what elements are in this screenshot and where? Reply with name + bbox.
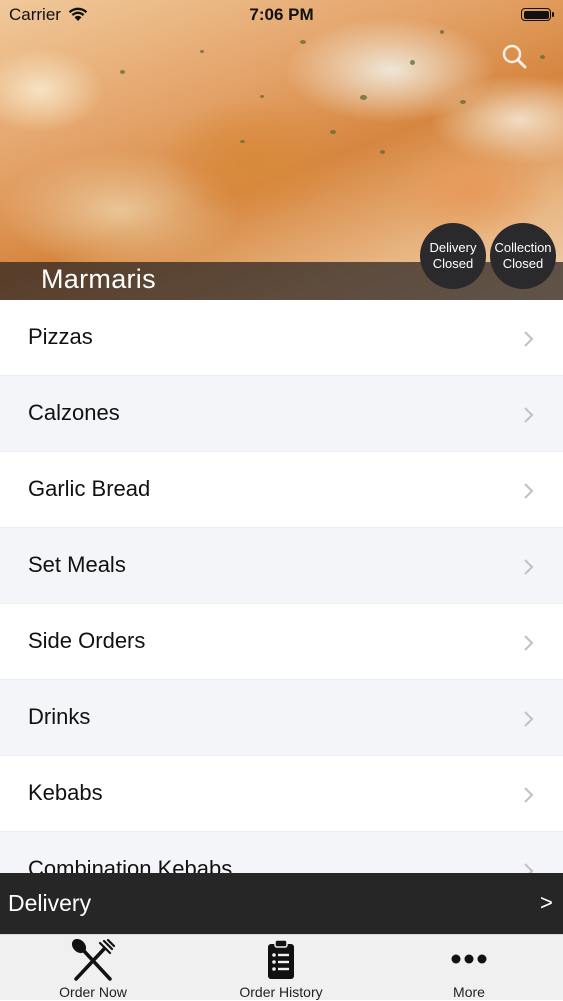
menu-item-label: Combination Kebabs xyxy=(28,856,233,873)
chevron-right-icon xyxy=(524,711,534,727)
menu-category-list[interactable]: Pizzas Calzones Garlic Bread Set Meals S… xyxy=(0,300,563,873)
collection-status-value: Closed xyxy=(502,256,544,271)
fork-knife-icon xyxy=(71,939,116,981)
tab-order-history[interactable]: Order History xyxy=(211,935,351,1001)
status-bar: Carrier 7:06 PM xyxy=(0,0,563,30)
chevron-right-icon xyxy=(524,331,534,347)
tab-label: Order Now xyxy=(59,984,127,1000)
menu-item-label: Pizzas xyxy=(28,324,93,349)
restaurant-name: Marmaris xyxy=(41,264,156,294)
menu-item-side-orders[interactable]: Side Orders xyxy=(0,604,563,680)
menu-item-kebabs[interactable]: Kebabs xyxy=(0,756,563,832)
delivery-arrow-icon: > xyxy=(540,890,553,915)
tab-more[interactable]: More xyxy=(399,935,539,1001)
menu-item-combination-kebabs[interactable]: Combination Kebabs xyxy=(0,832,563,873)
tab-order-now[interactable]: Order Now xyxy=(23,935,163,1001)
chevron-right-icon xyxy=(524,863,534,873)
menu-item-label: Drinks xyxy=(28,704,91,729)
menu-item-label: Side Orders xyxy=(28,628,146,653)
delivery-mode-bar[interactable]: Delivery > xyxy=(0,873,563,934)
menu-item-label: Garlic Bread xyxy=(28,476,151,501)
delivery-status-badge: Delivery Closed xyxy=(420,223,486,289)
delivery-status-title: Delivery xyxy=(429,240,477,255)
menu-item-label: Kebabs xyxy=(28,780,103,805)
delivery-status-value: Closed xyxy=(432,256,474,271)
chevron-right-icon xyxy=(524,787,534,803)
menu-item-label: Set Meals xyxy=(28,552,126,577)
collection-status-badge: Collection Closed xyxy=(490,223,556,289)
chevron-right-icon xyxy=(524,483,534,499)
menu-item-drinks[interactable]: Drinks xyxy=(0,680,563,756)
menu-item-garlic-bread[interactable]: Garlic Bread xyxy=(0,452,563,528)
delivery-mode-label: Delivery xyxy=(8,890,92,916)
chevron-right-icon xyxy=(524,407,534,423)
clock-time: 7:06 PM xyxy=(249,5,314,24)
menu-item-calzones[interactable]: Calzones xyxy=(0,376,563,452)
more-dots-icon xyxy=(451,954,487,964)
collection-status-title: Collection xyxy=(494,240,552,255)
tab-label: Order History xyxy=(239,984,323,1000)
menu-item-pizzas[interactable]: Pizzas xyxy=(0,300,563,376)
tab-bar: Order Now Order History More xyxy=(0,934,563,1000)
chevron-right-icon xyxy=(524,559,534,575)
menu-item-set-meals[interactable]: Set Meals xyxy=(0,528,563,604)
menu-item-label: Calzones xyxy=(28,400,120,425)
battery-cap xyxy=(552,12,554,17)
tab-label: More xyxy=(453,984,485,1000)
search-icon[interactable] xyxy=(500,42,528,70)
clipboard-list-icon xyxy=(268,939,294,979)
chevron-right-icon xyxy=(524,635,534,651)
battery-icon xyxy=(521,8,551,21)
